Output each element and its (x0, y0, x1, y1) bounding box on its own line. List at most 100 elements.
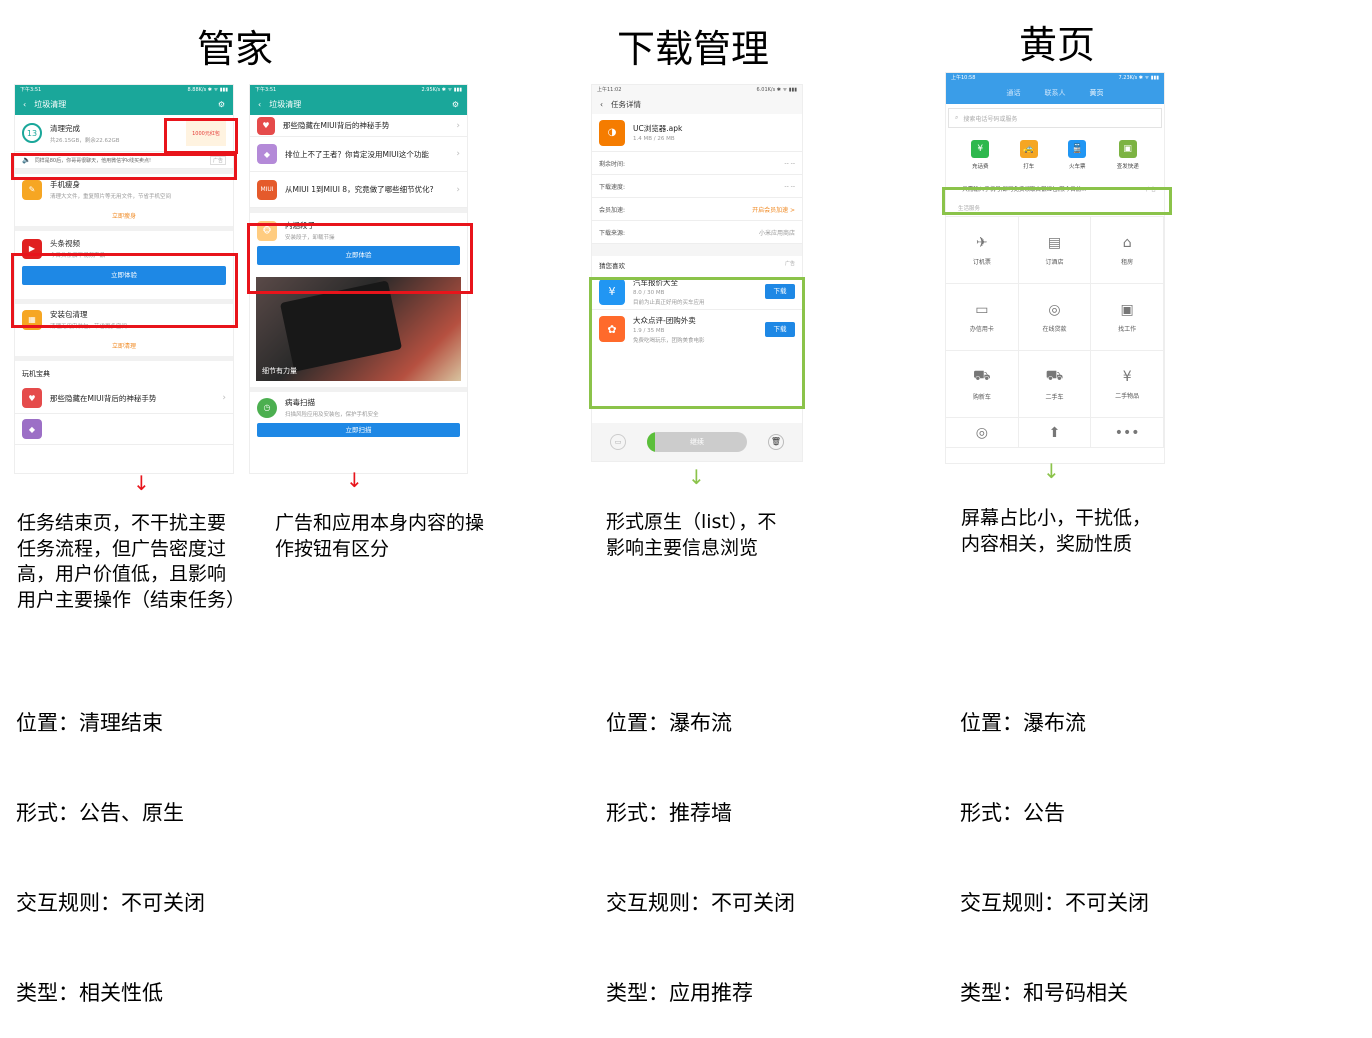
tab-contacts[interactable]: 联系人 (1045, 88, 1066, 98)
virus-title: 病毒扫描 (285, 398, 315, 407)
service-tile[interactable]: ▤ 订酒店 (1018, 217, 1092, 284)
service-icon: ✈ (975, 234, 988, 251)
detail-value: 小米应用商店 (758, 229, 795, 237)
service-icon: ⌂ (1122, 234, 1132, 251)
article-item[interactable]: 排位上不了王者？你肯定没用MIUI这个功能 (285, 149, 429, 160)
arrow-down-icon: ↓ (1043, 459, 1060, 483)
note-3: 形式原生（list），不 影响主要信息浏览 (606, 511, 777, 559)
summary-line: 交互规则：不可关闭 (606, 891, 795, 915)
slim-sub: 清理大文件，重复照片等无用文件，节省手机空间 (50, 194, 172, 200)
status-icons: 6.01K/s ✱ ᯤ ▮▮▮ (756, 86, 797, 93)
detail-row: 下载来源: 小米应用商店 (592, 221, 802, 244)
service-tile[interactable]: ◎ (946, 418, 1019, 448)
service-tile[interactable]: ⬆ (1018, 418, 1092, 448)
tab-yellow-pages[interactable]: 黄页 (1090, 88, 1104, 98)
search-icon: ⌕ (955, 114, 959, 121)
pkg-link[interactable]: 立即清理 (15, 335, 233, 356)
status-icons: 8.88K/s ✱ ᯤ ▮▮▮ (187, 86, 228, 93)
section-title-download: 下载管理 (617, 27, 770, 71)
summary-line: 类型：和号码相关 (960, 981, 1128, 1005)
gear-icon[interactable]: ⚙ (218, 100, 225, 109)
summary-line: 位置：瀑布流 (960, 711, 1086, 735)
summary-line: 类型：相关性低 (16, 981, 163, 1005)
service-icon: ◎ (975, 424, 988, 441)
more-icon: ••• (1114, 424, 1140, 441)
clean-progress-icon: 13 (22, 123, 42, 143)
service-tile[interactable]: ⌂ 租房 (1091, 217, 1164, 284)
status-time: 上午10:58 (951, 75, 976, 81)
back-icon[interactable]: ‹ (23, 100, 26, 109)
continue-button[interactable]: 继续 (647, 432, 747, 452)
broom-icon: ✎ (22, 179, 42, 200)
service-label: 找工作 (1118, 325, 1137, 333)
page-title: 任务详情 (611, 99, 641, 109)
section-title-guanjia: 管家 (197, 27, 274, 71)
service-tile[interactable]: ▭ 办信用卡 (946, 284, 1019, 351)
status-icons: 7.23K/s ✱ ᯤ ▮▮▮ (1118, 74, 1159, 81)
summary-line: 交互规则：不可关闭 (960, 891, 1149, 915)
service-label: 租房 (1121, 258, 1134, 266)
service-icon: ▣ (1120, 301, 1134, 318)
service-tile[interactable]: ••• (1091, 418, 1164, 448)
chevron-right-icon: › (222, 393, 226, 403)
ad-tag: 广告 (784, 261, 795, 267)
rec-title: 猜您喜欢 (599, 262, 625, 270)
status-icons: 2.95K/s ✱ ᯤ ▮▮▮ (421, 86, 462, 93)
arrow-down-icon: ↓ (688, 465, 705, 489)
quick-service-icon: ▣ (1118, 140, 1137, 158)
clean-sub: 共26.15GB，剩余22.62GB (50, 137, 120, 144)
detail-value: -- -- (784, 159, 795, 167)
gear-icon[interactable]: ⚙ (452, 100, 459, 109)
tip-item[interactable]: 那些隐藏在MIUI背后的神秘手势 (50, 393, 156, 404)
service-tile[interactable]: ¥ 二手物品 (1091, 351, 1164, 418)
chevron-right-icon: › (456, 149, 460, 159)
back-icon[interactable]: ‹ (600, 100, 603, 109)
service-tile[interactable]: ▣ 找工作 (1091, 284, 1164, 351)
section-heading: 玩机宝典 (22, 370, 50, 378)
detail-row: 下载速度: -- -- (592, 175, 802, 198)
status-time: 下午3:51 (20, 87, 42, 93)
note-4: 屏幕占比小，干扰低， 内容相关，奖励性质 (961, 507, 1152, 555)
summary-line: 形式：推荐墙 (606, 801, 732, 825)
service-icon: ¥ (1122, 368, 1132, 385)
service-tile[interactable]: ✈ 订机票 (946, 217, 1019, 284)
note-1: 任务结束页，不干扰主要 任务流程，但广告密度过 高，用户价值低，且影响 用户主要… (17, 512, 246, 611)
summary-1: 位置：清理结束 形式：公告、原生 交互规则：不可关闭 类型：相关性低 (16, 648, 205, 1038)
back-icon[interactable]: ‹ (258, 100, 261, 109)
arrow-down-icon: ↓ (346, 468, 363, 492)
arrow-down-icon: ↓ (133, 471, 150, 495)
article-item[interactable]: 从MIUI 1到MIUI 8，究竟做了哪些细节优化? (285, 184, 434, 195)
quick-service[interactable]: 🚆 火车票 (1068, 140, 1087, 170)
slim-link[interactable]: 立即瘦身 (15, 205, 233, 226)
service-label: 订酒店 (1045, 258, 1064, 266)
file-name: UC浏览器.apk (633, 124, 683, 133)
quick-service[interactable]: ▣ 查发快递 (1117, 140, 1139, 170)
detail-row[interactable]: 会员加速: 开启会员加速 > (592, 198, 802, 221)
status-time: 下午3:51 (255, 87, 277, 93)
service-icon: ▭ (975, 301, 989, 318)
clean-title: 清理完成 (50, 123, 80, 133)
uc-browser-icon: ◑ (599, 119, 625, 146)
service-tile[interactable]: ◎ 在线贷款 (1018, 284, 1092, 351)
virus-scan-button[interactable]: 立即扫描 (257, 423, 460, 437)
heart-icon: ♥ (22, 388, 42, 408)
service-label: 订机票 (972, 258, 991, 266)
service-tile[interactable]: ⛟ 购新车 (946, 351, 1019, 418)
service-label: 二手物品 (1115, 392, 1140, 400)
tab-calls[interactable]: 通话 (1007, 88, 1021, 98)
search-input[interactable]: ⌕ 搜索电话号码或服务 (948, 108, 1162, 128)
trophy-icon: ◆ (257, 144, 277, 164)
trash-icon[interactable]: 🗑 (768, 434, 784, 450)
summary-3: 位置：瀑布流 形式：公告 交互规则：不可关闭 类型：和号码相关 (960, 648, 1149, 1038)
quick-service-label: 查发快递 (1116, 164, 1139, 170)
folder-icon[interactable]: ▭ (610, 434, 626, 450)
quick-service[interactable]: ¥ 充话费 (971, 140, 990, 170)
summary-line: 位置：清理结束 (16, 711, 163, 735)
virus-sub: 扫描风险应用及安装包，保护手机安全 (285, 412, 379, 418)
quick-service[interactable]: 🚕 打车 (1019, 140, 1038, 170)
article-item[interactable]: 那些隐藏在MIUI背后的神秘手势 (283, 120, 389, 131)
detail-value: 开启会员加速 > (752, 206, 795, 214)
photo-caption: 细节有力量 (262, 367, 297, 375)
service-tile[interactable]: ⛟ 二手车 (1018, 351, 1092, 418)
quick-service-label: 火车票 (1068, 164, 1086, 170)
